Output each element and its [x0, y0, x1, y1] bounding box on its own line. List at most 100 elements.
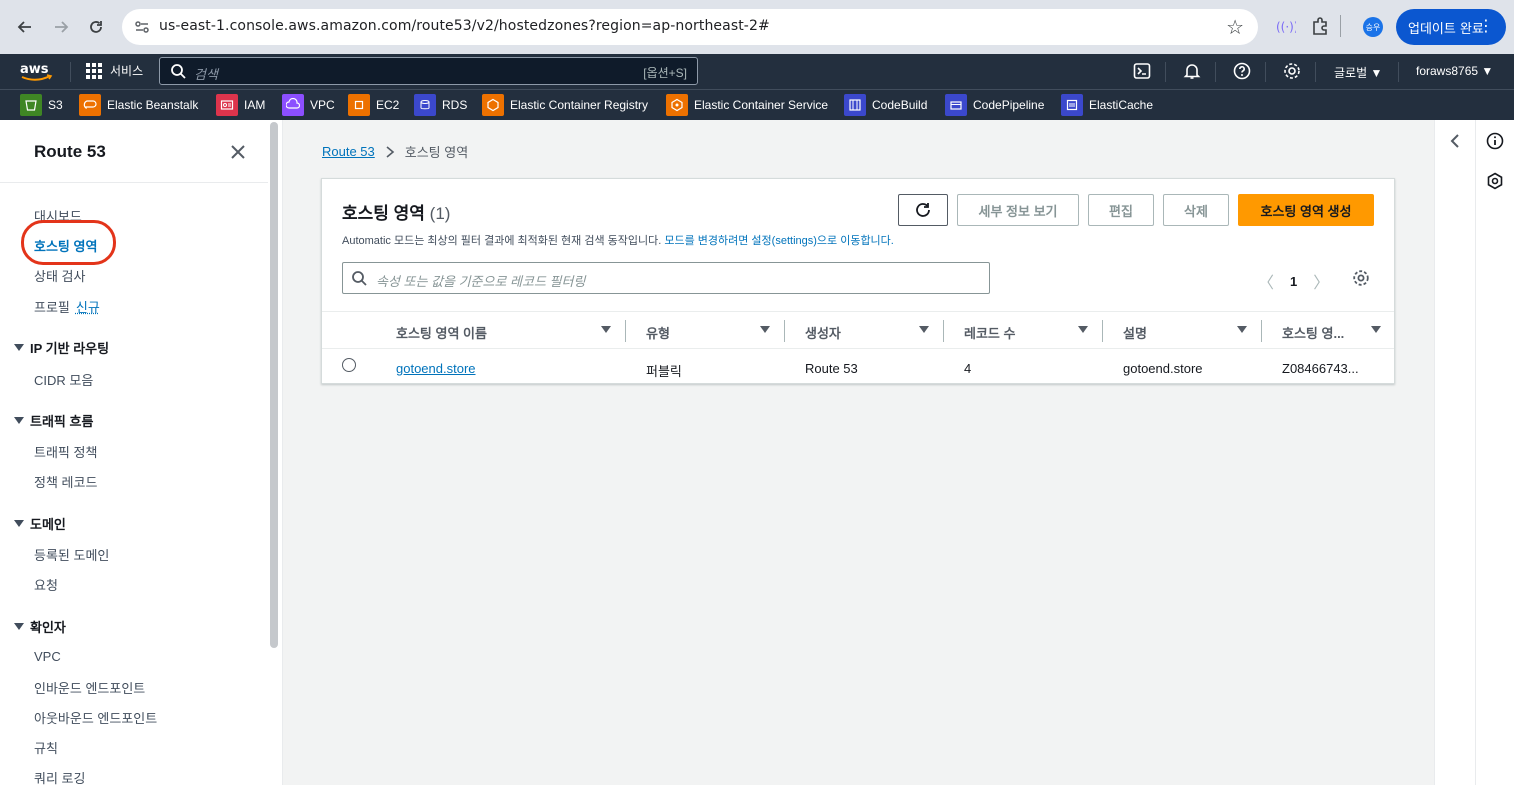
column-header-type[interactable]: 유형 — [646, 323, 670, 342]
close-icon[interactable] — [228, 142, 248, 162]
row-select-radio[interactable] — [342, 358, 356, 372]
sort-caret-icon[interactable] — [601, 326, 611, 333]
hosted-zones-panel: 호스팅 영역 (1) Automatic 모드는 최상의 필터 결과에 최적화된… — [321, 178, 1395, 384]
favorite-label: Elastic Beanstalk — [107, 98, 199, 112]
sort-caret-icon[interactable] — [760, 326, 770, 333]
menu-dots-icon[interactable]: ⋮ — [1478, 18, 1494, 34]
help-icon[interactable] — [1233, 62, 1251, 80]
favorite-codebuild[interactable]: CodeBuild — [844, 94, 927, 116]
sidebar-item-registered-domains[interactable]: 등록된 도메인 — [34, 545, 109, 564]
settings-gear-icon[interactable] — [1283, 62, 1301, 80]
hosted-zone-name-link[interactable]: gotoend.store — [396, 361, 476, 376]
back-icon[interactable] — [12, 14, 38, 40]
table-row[interactable]: gotoend.store 퍼블릭 Route 53 4 gotoend.sto… — [322, 349, 1394, 383]
codepipeline-icon — [945, 94, 967, 116]
settings-link[interactable]: 모드를 변경하려면 설정(settings)으로 이동합니다. — [664, 235, 894, 247]
favorite-ec2[interactable]: EC2 — [348, 94, 399, 116]
favorite-ecr[interactable]: Elastic Container Registry — [482, 94, 648, 116]
favorite-elastic-beanstalk[interactable]: Elastic Beanstalk — [79, 94, 198, 116]
address-bar[interactable]: us-east-1.console.aws.amazon.com/route53… — [122, 9, 1258, 45]
sidebar-section-ip-routing[interactable]: IP 기반 라우팅 — [14, 338, 109, 357]
column-header-created-by[interactable]: 생성자 — [805, 323, 841, 342]
column-header-name[interactable]: 호스팅 영역 이름 — [396, 323, 487, 342]
panel-title-text: 호스팅 영역 — [342, 204, 425, 223]
reload-icon[interactable] — [83, 14, 109, 40]
codebuild-icon — [844, 94, 866, 116]
column-header-description[interactable]: 설명 — [1123, 323, 1147, 342]
edit-button[interactable]: 편집 — [1088, 194, 1154, 226]
caret-down-icon — [14, 520, 24, 527]
profile-avatar[interactable]: 승우 — [1363, 17, 1383, 37]
breadcrumb-route53-link[interactable]: Route 53 — [322, 144, 375, 159]
sort-caret-icon[interactable] — [1078, 326, 1088, 333]
chevron-right-icon[interactable]: 〉 — [1313, 269, 1329, 293]
sidebar-item-outbound-endpoints[interactable]: 아웃바운드 엔드포인트 — [34, 708, 157, 727]
column-divider[interactable] — [1102, 320, 1103, 342]
region-selector[interactable]: 글로벌 ▼ — [1334, 64, 1382, 81]
sidebar-item-cidr-collections[interactable]: CIDR 모음 — [34, 370, 93, 389]
column-divider[interactable] — [625, 320, 626, 342]
services-menu[interactable]: 서비스 — [86, 62, 143, 79]
account-menu[interactable]: foraws8765 ▼ — [1416, 64, 1493, 78]
extensions-puzzle-icon[interactable] — [1310, 15, 1334, 39]
sidebar-item-health-checks[interactable]: 상태 검사 — [34, 266, 85, 285]
update-button[interactable]: 업데이트 완료 ⋮ — [1396, 9, 1506, 45]
column-divider[interactable] — [784, 320, 785, 342]
table-settings-gear-icon[interactable] — [1352, 269, 1370, 287]
forward-icon[interactable] — [48, 14, 74, 40]
favorite-elasticache[interactable]: ElastiCache — [1061, 94, 1153, 116]
nav-divider — [1398, 62, 1399, 82]
aws-logo-icon[interactable]: aws — [19, 60, 53, 82]
hexagon-icon[interactable] — [1486, 172, 1504, 190]
chevron-left-icon[interactable]: 〈 — [1258, 269, 1274, 293]
column-header-hosted-zone-id[interactable]: 호스팅 영... — [1282, 323, 1344, 342]
sidebar-title[interactable]: Route 53 — [34, 142, 106, 162]
delete-button[interactable]: 삭제 — [1163, 194, 1229, 226]
favorite-codepipeline[interactable]: CodePipeline — [945, 94, 1044, 116]
site-settings-icon[interactable] — [132, 17, 152, 37]
cell-hosted-zone-id: Z08466743... — [1282, 361, 1359, 376]
sidebar-item-inbound-endpoints[interactable]: 인바운드 엔드포인트 — [34, 678, 145, 697]
services-label: 서비스 — [110, 64, 144, 78]
refresh-button[interactable] — [898, 194, 948, 226]
sidebar-section-traffic-flow[interactable]: 트래픽 흐름 — [14, 411, 93, 430]
sidebar-item-query-logging[interactable]: 쿼리 로깅 — [34, 768, 85, 785]
current-page[interactable]: 1 — [1290, 274, 1297, 289]
sidebar-item-rules[interactable]: 규칙 — [34, 738, 58, 757]
favorite-label: RDS — [442, 98, 468, 112]
records-filter-input[interactable]: 속성 또는 값을 기준으로 레코드 필터링 — [342, 262, 990, 294]
info-icon[interactable] — [1486, 132, 1504, 150]
favorite-iam[interactable]: IAM — [216, 94, 265, 116]
main-content: Route 53 호스팅 영역 호스팅 영역 (1) Automatic 모드는… — [284, 120, 1434, 785]
favorite-ecs[interactable]: Elastic Container Service — [666, 94, 828, 116]
sidebar-scrollbar[interactable] — [270, 122, 278, 648]
favorite-rds[interactable]: RDS — [414, 94, 467, 116]
bookmark-star-icon[interactable]: ☆ — [1226, 15, 1244, 40]
notifications-bell-icon[interactable] — [1183, 62, 1201, 80]
sidebar-section-resolver[interactable]: 확인자 — [14, 617, 66, 636]
column-divider[interactable] — [1261, 320, 1262, 342]
sidebar-item-policy-records[interactable]: 정책 레코드 — [34, 472, 97, 491]
sidebar-item-resolver-vpcs[interactable]: VPC — [34, 649, 61, 664]
column-header-record-count[interactable]: 레코드 수 — [964, 323, 1015, 342]
sort-caret-icon[interactable] — [1237, 326, 1247, 333]
create-hosted-zone-button[interactable]: 호스팅 영역 생성 — [1238, 194, 1374, 226]
sidebar-item-profiles[interactable]: 프로필 신규 — [34, 297, 100, 316]
favorite-vpc[interactable]: VPC — [282, 94, 335, 116]
sidebar-section-domains[interactable]: 도메인 — [14, 514, 66, 533]
view-details-button[interactable]: 세부 정보 보기 — [957, 194, 1079, 226]
cloudshell-icon[interactable] — [1133, 62, 1151, 80]
chevron-left-icon[interactable] — [1446, 132, 1464, 150]
sort-caret-icon[interactable] — [1371, 326, 1381, 333]
favorite-s3[interactable]: S3 — [20, 94, 63, 116]
extension-icon[interactable]: ((·)) — [1274, 15, 1299, 39]
console-search-input[interactable]: 검색 [옵션+S] — [159, 57, 698, 85]
sidebar-item-traffic-policies[interactable]: 트래픽 정책 — [34, 442, 97, 461]
toolbar-divider — [1340, 15, 1341, 37]
annotation-circle — [21, 220, 116, 265]
caret-down-icon — [14, 344, 24, 351]
sidebar-item-requests[interactable]: 요청 — [34, 575, 58, 594]
refresh-icon — [916, 203, 930, 217]
column-divider[interactable] — [943, 320, 944, 342]
sort-caret-icon[interactable] — [919, 326, 929, 333]
